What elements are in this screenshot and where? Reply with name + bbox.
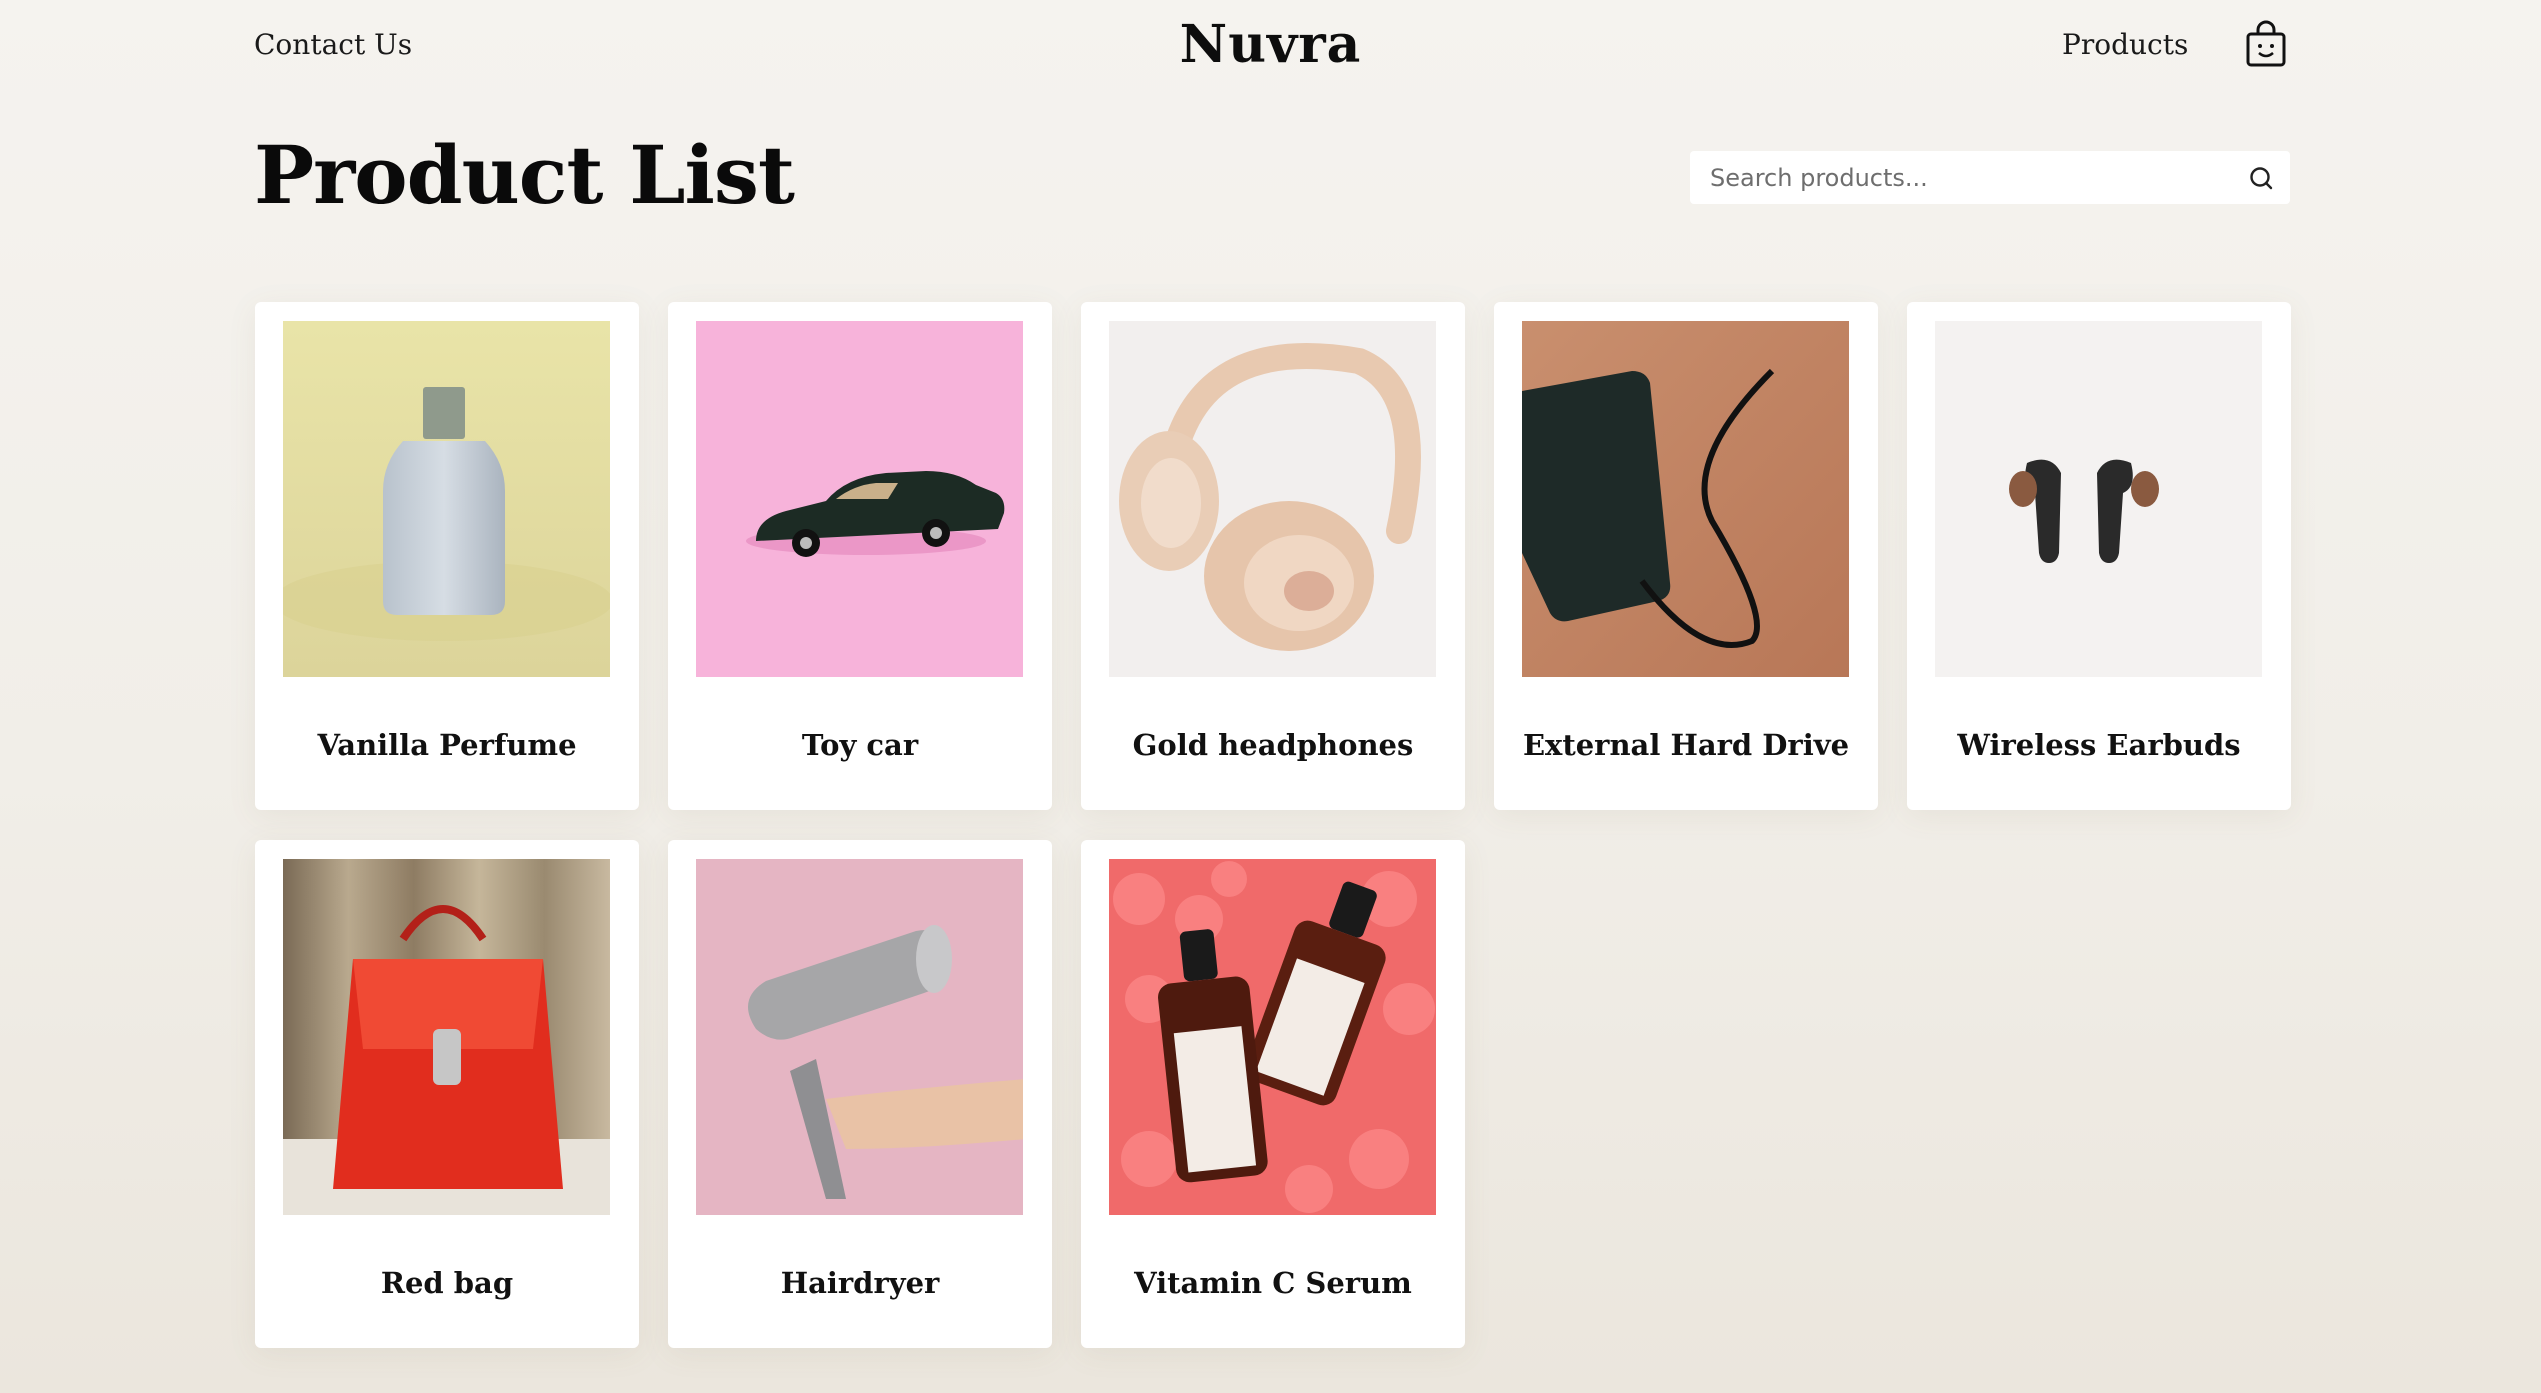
product-image-headphones[interactable] bbox=[1109, 321, 1436, 677]
shopping-bag-icon[interactable] bbox=[2244, 20, 2288, 68]
product-image-red-bag[interactable] bbox=[283, 859, 610, 1215]
product-card[interactable]: Vitamin C Serum bbox=[1081, 840, 1465, 1348]
product-name[interactable]: Red bag bbox=[255, 1266, 639, 1300]
product-name[interactable]: Vanilla Perfume bbox=[255, 728, 639, 762]
product-card[interactable]: Gold headphones bbox=[1081, 302, 1465, 810]
search-icon[interactable] bbox=[2248, 165, 2274, 191]
product-card[interactable]: Hairdryer bbox=[668, 840, 1052, 1348]
search-input[interactable] bbox=[1690, 151, 2230, 204]
product-card[interactable]: Vanilla Perfume bbox=[255, 302, 639, 810]
product-image-serum[interactable] bbox=[1109, 859, 1436, 1215]
product-name[interactable]: Vitamin C Serum bbox=[1081, 1266, 1465, 1300]
page-title: Product List bbox=[254, 128, 795, 222]
product-name[interactable]: External Hard Drive bbox=[1494, 728, 1878, 762]
product-image-toy-car[interactable] bbox=[696, 321, 1023, 677]
product-image-perfume[interactable] bbox=[283, 321, 610, 677]
product-card[interactable]: Wireless Earbuds bbox=[1907, 302, 2291, 810]
product-image-hard-drive[interactable] bbox=[1522, 321, 1849, 677]
product-image-earbuds[interactable] bbox=[1935, 321, 2262, 677]
product-name[interactable]: Hairdryer bbox=[668, 1266, 1052, 1300]
product-card[interactable]: Toy car bbox=[668, 302, 1052, 810]
product-card[interactable]: External Hard Drive bbox=[1494, 302, 1878, 810]
product-name[interactable]: Wireless Earbuds bbox=[1907, 728, 2291, 762]
product-image-hairdryer[interactable] bbox=[696, 859, 1023, 1215]
product-name[interactable]: Gold headphones bbox=[1081, 728, 1465, 762]
search-box bbox=[1690, 151, 2290, 204]
products-link[interactable]: Products bbox=[2062, 28, 2188, 61]
top-navigation: Contact Us Nuvra Products bbox=[0, 0, 2541, 100]
product-name[interactable]: Toy car bbox=[668, 728, 1052, 762]
product-card[interactable]: Red bag bbox=[255, 840, 639, 1348]
